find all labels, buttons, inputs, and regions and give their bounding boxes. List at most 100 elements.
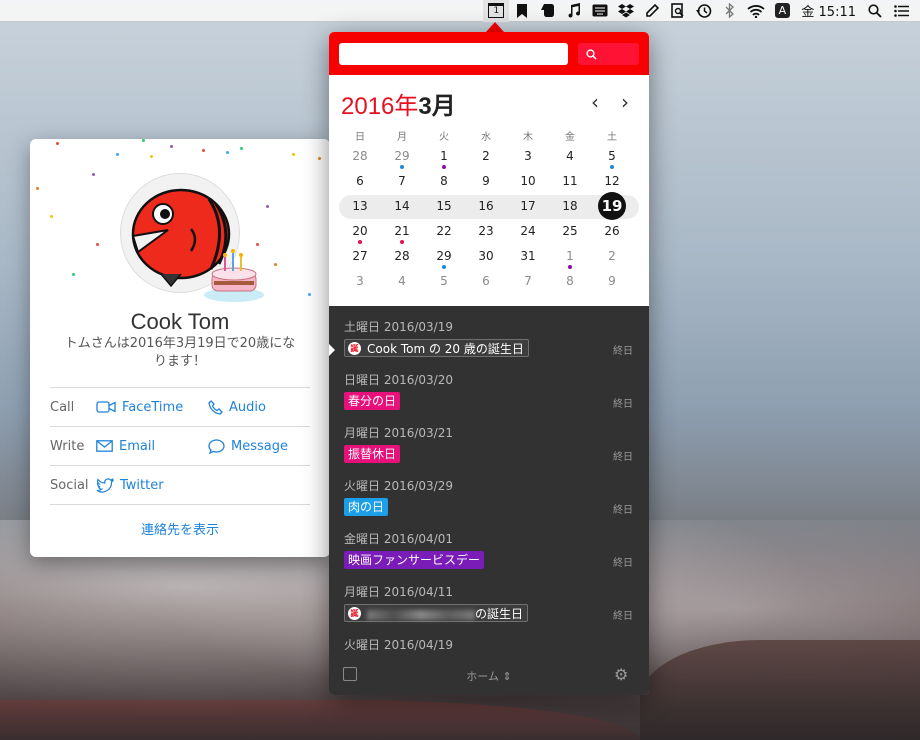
day-cell[interactable]: 27 [339, 244, 381, 269]
wifi-menu-item[interactable] [743, 0, 769, 22]
dropbox-menu-item[interactable] [613, 0, 639, 22]
evernote-menu-item[interactable] [535, 0, 561, 22]
day-cell[interactable]: 3 [507, 144, 549, 169]
day-cell[interactable]: 10 [507, 169, 549, 194]
day-cell[interactable]: 1 [549, 244, 591, 269]
message-button[interactable]: Message [208, 439, 288, 454]
input-source-badge: A [774, 3, 790, 18]
reader-menu-item[interactable] [665, 0, 691, 22]
birthday-event-chip[interactable]: 誕 の誕生日 [344, 604, 529, 622]
calendar-selector[interactable]: ホーム ⇕ [459, 668, 519, 684]
search-input[interactable] [339, 43, 568, 65]
day-number: 9 [608, 274, 616, 288]
day-cell[interactable]: 15 [423, 194, 465, 219]
day-number: 15 [436, 199, 452, 213]
day-cell[interactable]: 21 [381, 219, 423, 244]
day-cell[interactable]: 28 [381, 244, 423, 269]
next-month-button[interactable]: › [617, 90, 633, 114]
day-cell[interactable]: 2 [465, 144, 507, 169]
facetime-button[interactable]: FaceTime [96, 400, 208, 415]
month-title: 2016年3月 [341, 86, 456, 121]
weekday-label: 金 [565, 132, 575, 143]
day-cell[interactable]: 4 [381, 269, 423, 294]
day-cell[interactable]: 5 [591, 144, 633, 169]
show-contact-link[interactable]: 連絡先を表示 [50, 504, 310, 557]
day-cell[interactable]: 11 [549, 169, 591, 194]
confetti-dot [50, 215, 53, 218]
clock-menu-item[interactable]: 金 15:11 [795, 0, 862, 22]
day-cell[interactable]: 1 [423, 144, 465, 169]
background-rock [640, 640, 920, 740]
calendar-menu-item[interactable]: 1 [483, 0, 510, 22]
day-number: 29 [394, 149, 410, 163]
day-cell[interactable]: 4 [549, 144, 591, 169]
day-cell[interactable]: 16 [465, 194, 507, 219]
time-machine-menu-item[interactable] [691, 0, 717, 22]
spotlight-menu-item[interactable] [862, 0, 888, 22]
event-title: Cook Tom の 20 歳の誕生日 [367, 342, 524, 356]
day-cell[interactable]: 14 [381, 194, 423, 219]
elephant-icon [541, 4, 555, 17]
event-chip[interactable]: 映画ファンサービスデー [344, 551, 485, 569]
day-number: 4 [398, 274, 406, 288]
music-menu-item[interactable] [561, 0, 587, 22]
audio-button[interactable]: Audio [208, 400, 266, 415]
day-cell[interactable]: 6 [465, 269, 507, 294]
confetti-dot [116, 153, 119, 156]
day-number: 3 [524, 149, 532, 163]
prev-month-button[interactable]: ‹ [587, 90, 603, 114]
day-cell[interactable]: 26 [591, 219, 633, 244]
event-chip[interactable]: 振替休日 [344, 445, 401, 463]
day-number: 29 [436, 249, 452, 263]
social-label: Social [50, 477, 89, 493]
day-cell[interactable]: 25 [549, 219, 591, 244]
bookmark-menu-item[interactable] [509, 0, 535, 22]
day-cell[interactable]: 12 [591, 169, 633, 194]
day-cell[interactable]: 9 [465, 169, 507, 194]
birthday-event-chip[interactable]: 誕 Cook Tom の 20 歳の誕生日 [344, 339, 529, 357]
day-cell[interactable]: 8 [549, 269, 591, 294]
bluetooth-menu-item[interactable] [717, 0, 743, 22]
search-button[interactable] [578, 43, 639, 65]
gear-icon[interactable]: ⚙ [614, 665, 628, 684]
email-button[interactable]: Email [96, 439, 208, 454]
day-cell[interactable]: 9 [591, 269, 633, 294]
day-cell[interactable]: 30 [465, 244, 507, 269]
keyboard-menu-item[interactable] [587, 0, 613, 22]
day-cell[interactable]: 7 [381, 169, 423, 194]
day-cell[interactable]: 18 [549, 194, 591, 219]
day-cell[interactable]: 3 [339, 269, 381, 294]
list-icon [893, 4, 909, 17]
event-chip[interactable]: 春分の日 [344, 392, 401, 410]
checkbox-icon[interactable] [343, 667, 357, 681]
year-label: 2016年 [341, 93, 419, 120]
day-cell[interactable]: 8 [423, 169, 465, 194]
day-cell[interactable]: 5 [423, 269, 465, 294]
twitter-button[interactable]: Twitter [96, 477, 164, 493]
day-number: 24 [520, 224, 536, 238]
video-icon [96, 401, 116, 413]
redacted-name [367, 609, 475, 620]
day-cell[interactable]: 20 [339, 219, 381, 244]
day-cell[interactable]: 6 [339, 169, 381, 194]
notification-center-menu-item[interactable] [888, 0, 914, 22]
day-number: 22 [436, 224, 452, 238]
day-cell[interactable]: 24 [507, 219, 549, 244]
pencil-menu-item[interactable] [639, 0, 665, 22]
message-label: Message [231, 438, 288, 454]
day-cell[interactable]: 28 [339, 144, 381, 169]
today-marker[interactable]: 19 [598, 192, 626, 220]
day-cell[interactable]: 7 [507, 269, 549, 294]
day-cell[interactable]: 31 [507, 244, 549, 269]
day-cell[interactable]: 2 [591, 244, 633, 269]
all-day-label: 終日 [613, 452, 633, 463]
day-cell[interactable]: 17 [507, 194, 549, 219]
input-source-menu-item[interactable]: A [769, 0, 795, 22]
day-cell[interactable]: 29 [381, 144, 423, 169]
day-cell[interactable]: 29 [423, 244, 465, 269]
event-chip[interactable]: 肉の日 [344, 498, 389, 516]
day-cell[interactable]: 13 [339, 194, 381, 219]
day-cell[interactable]: 22 [423, 219, 465, 244]
day-cell[interactable]: 23 [465, 219, 507, 244]
confetti-dot [266, 205, 269, 208]
